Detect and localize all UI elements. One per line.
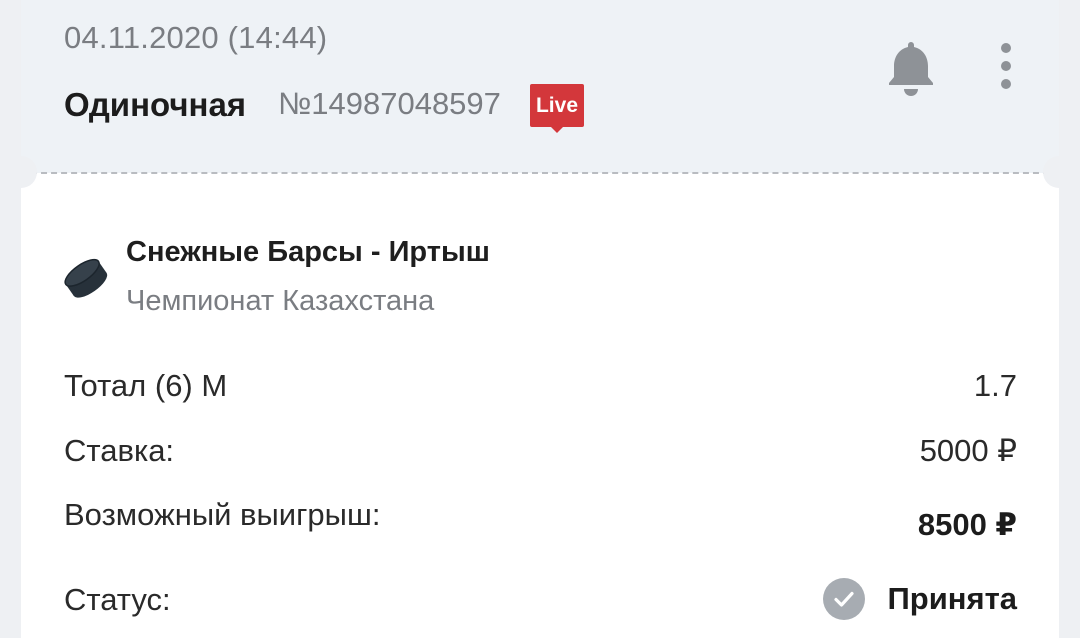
event-league: Чемпионат Казахстана: [126, 285, 435, 317]
market-label: Тотал (6) М: [64, 368, 228, 403]
bet-number: №14987048597: [278, 86, 501, 121]
status-label: Статус:: [64, 582, 171, 617]
more-options-icon[interactable]: [989, 40, 1023, 92]
bet-type: Одиночная: [64, 86, 247, 123]
bet-card-header: 04.11.2020 (14:44) Одиночная №1498704859…: [21, 0, 1059, 173]
bet-datetime: 04.11.2020 (14:44): [64, 20, 328, 55]
dashed-divider: [21, 172, 1059, 174]
ticket-notch-right: [1043, 156, 1075, 188]
payout-label: Возможный выигрыш:: [64, 497, 381, 532]
status-indicator: Принята: [823, 577, 1017, 621]
bet-card: 04.11.2020 (14:44) Одиночная №1498704859…: [21, 0, 1059, 638]
hockey-puck-icon: [62, 252, 108, 302]
bell-icon[interactable]: [887, 38, 935, 96]
payout-value: 8500 ₽: [917, 507, 1017, 542]
status-value: Принята: [887, 581, 1017, 616]
event-title[interactable]: Снежные Барсы - Иртыш: [126, 236, 490, 269]
stake-value: 5000 ₽: [919, 433, 1017, 468]
live-badge: Live: [530, 84, 584, 133]
stake-label: Ставка:: [64, 433, 175, 468]
check-circle-icon: [823, 578, 866, 620]
odds-value: 1.7: [973, 368, 1017, 403]
ticket-notch-left: [5, 156, 37, 188]
